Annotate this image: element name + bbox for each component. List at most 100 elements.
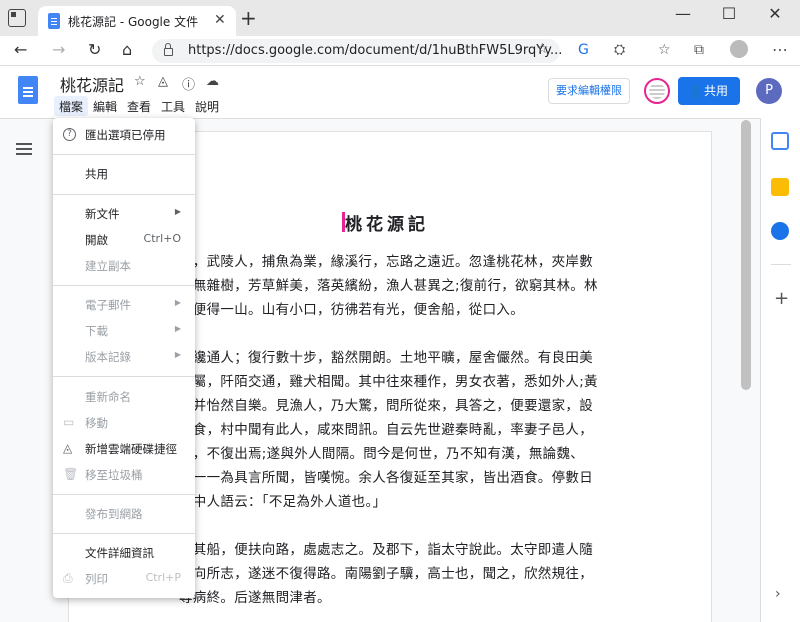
doc-line: 人一一為具言所聞，皆嘆惋。余人各復延至其家，皆出酒食。停數日 [179,470,593,486]
menu-separator [53,285,195,286]
chevron-right-icon[interactable]: › [775,586,781,602]
menu-item-label: 列印 [85,572,108,586]
doc-line: 此中人語云：「不足為外人道也。」 [179,494,387,510]
submenu-arrow-icon: ▶ [174,324,181,333]
menu-item-label: 新增雲端硬碟捷徑 [85,442,177,456]
menu-make-copy: 建立副本 [53,255,195,277]
menu-separator [53,376,195,377]
favorites-icon[interactable]: ☆ [658,42,671,58]
browser-profile-icon[interactable] [730,40,748,58]
cloud-status-icon[interactable]: ☁ [206,74,219,89]
doc-line: 境，不復出焉;遂與外人間隔。問今是何世，乃不知有漢，無論魏、 [179,446,585,462]
account-avatar[interactable]: P [756,78,782,104]
tasks-icon[interactable] [771,222,789,240]
file-menu-dropdown: ? 匯出選項已停用 共用 新文件 ▶ 開啟 Ctrl+O 建立副本 電子郵件 ▶… [53,118,195,598]
menu-share[interactable]: 共用 [53,163,195,185]
menu-view[interactable]: 查看 [122,96,156,116]
lock-icon [164,43,173,56]
home-button[interactable]: ⌂ [122,40,132,59]
menu-separator [53,194,195,195]
document-heading: 桃花源記 [345,215,429,235]
maximize-button[interactable]: ☐ [706,4,752,23]
bookmark-star-icon[interactable]: ☆ [536,41,549,57]
document-title[interactable]: 桃花源記 [60,72,124,96]
submenu-arrow-icon: ▶ [174,207,181,216]
translate-icon[interactable]: G [578,42,589,58]
drive-move-icon[interactable]: ◬ [158,74,168,89]
person-icon: 👤 [688,84,703,98]
side-divider [771,264,791,265]
doc-line: 作食，村中聞有此人，咸來問訊。自云先世避秦時亂，率妻子邑人， [179,422,593,438]
menu-open[interactable]: 開啟 Ctrl+O [53,229,195,251]
close-window-button[interactable]: ✕ [752,4,798,23]
add-addon-icon[interactable]: + [774,288,789,309]
new-tab-button[interactable]: + [240,6,257,30]
menu-publish-to-web: 發布到網路 [53,503,195,525]
menu-separator [53,154,195,155]
tab-title: 桃花源記 - Google 文件 [68,15,199,29]
menu-item-label: 下載 [85,324,108,338]
document-scrollbar[interactable] [741,120,751,390]
star-icon[interactable]: ☆ [134,74,146,89]
menu-item-label: 版本記錄 [85,350,131,364]
menu-item-label: 建立副本 [85,259,131,273]
outline-icon[interactable] [16,143,32,155]
menu-email: 電子郵件 ▶ [53,294,195,316]
back-button[interactable]: ← [14,40,27,59]
menu-shortcut: Ctrl+P [145,571,181,584]
menu-separator [53,494,195,495]
menu-separator [53,533,195,534]
docs-logo-icon[interactable] [18,76,38,104]
keep-icon[interactable] [771,178,789,196]
menu-edit[interactable]: 編輯 [88,96,122,116]
menu-move: ▭ 移動 [53,412,195,434]
print-icon: ⎙ [63,571,73,585]
menu-tools[interactable]: 工具 [156,96,190,116]
menu-shortcut: Ctrl+O [143,232,181,245]
doc-line: 尋向所志，遂迷不復得路。南陽劉子驥，高士也，聞之，欣然規往， [179,566,593,582]
menu-new-document[interactable]: 新文件 ▶ [53,203,195,225]
trash-icon: 🗑 [63,467,79,481]
more-menu-icon[interactable]: ⋯ [772,40,788,59]
viewer-avatar[interactable] [644,78,670,104]
menu-document-details[interactable]: 文件詳細資訊 [53,542,195,564]
url-field[interactable]: https://docs.google.com/document/d/1huBt… [152,39,562,63]
menu-help[interactable]: 說明 [190,96,224,116]
menu-item-label: 開啟 [85,233,108,247]
menu-file[interactable]: 檔案 [54,96,89,116]
menu-export-disabled[interactable]: ? 匯出選項已停用 [53,124,195,146]
request-edit-button[interactable]: 要求編輯權限 [548,78,630,104]
info-icon[interactable]: ⓘ [182,74,195,93]
doc-line: 之屬，阡陌交通，雞犬相聞。其中往來種作，男女衣著，悉如外人;黃 [179,374,598,390]
reload-button[interactable]: ↻ [88,40,101,59]
minimize-button[interactable]: — [660,4,706,23]
doc-line: 中，武陵人，捕魚為業，緣溪行，忘路之遠近。忽逢桃花林，夾岸數 [179,254,593,270]
menu-item-label: 匯出選項已停用 [85,128,166,142]
menu-item-label: 移動 [85,416,108,430]
browser-tab-bar: 桃花源記 - Google 文件 ✕ + — ☐ ✕ [0,0,800,36]
menu-download: 下載 ▶ [53,320,195,342]
menu-item-label: 移至垃圾桶 [85,468,143,482]
docs-favicon-icon [48,13,60,29]
extension-icon[interactable]: ⛭ [614,42,625,58]
folder-move-icon: ▭ [63,415,75,429]
doc-line: 尋病終。后遂無問津者。 [179,590,331,606]
tab-close-icon[interactable]: ✕ [214,12,226,28]
menu-add-drive-shortcut[interactable]: ◬ 新增雲端硬碟捷徑 [53,438,195,460]
menu-item-label: 共用 [85,167,108,181]
doc-line: 中無雜樹，芳草鮮美，落英繽紛，漁人甚異之;復前行，欲窮其林。林 [179,278,598,294]
menu-item-label: 電子郵件 [85,298,131,312]
doc-line: ，便得一山。山有小口，彷彿若有光，便舍船，從口入。 [179,302,524,318]
forward-button[interactable]: → [52,40,65,59]
calendar-icon[interactable] [771,132,789,150]
browser-tab[interactable]: 桃花源記 - Google 文件 ✕ [38,6,236,36]
share-button[interactable]: 👤 共用 [678,77,740,105]
menu-item-label: 重新命名 [85,390,131,404]
tab-actions-icon[interactable] [8,9,26,27]
doc-line: 得其船，便扶向路，處處志之。及郡下，詣太守說此。太守即遣人隨 [179,542,593,558]
menu-version-history: 版本記錄 ▶ [53,346,195,368]
help-circle-icon: ? [63,128,76,141]
menu-rename: 重新命名 [53,386,195,408]
menu-print: ⎙ 列印 Ctrl+P [53,568,195,590]
collections-icon[interactable]: ⧉ [694,42,704,58]
